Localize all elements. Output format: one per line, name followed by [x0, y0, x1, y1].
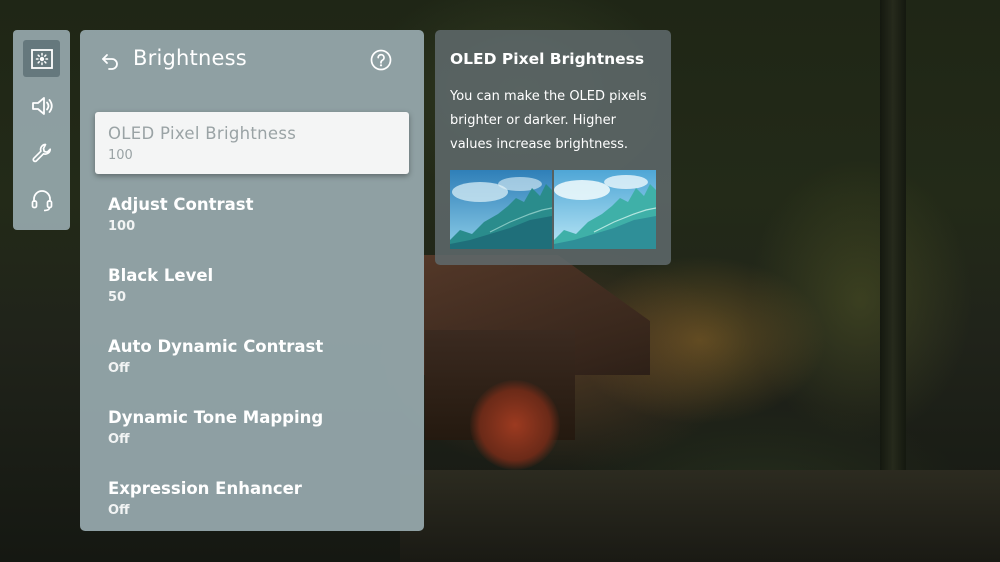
menu-item-black-level[interactable]: Black Level 50	[95, 254, 409, 316]
menu-item-value: Off	[108, 432, 130, 447]
picture-settings-icon	[30, 48, 53, 69]
menu-item-label: Expression Enhancer	[108, 479, 302, 498]
preview-image-darker	[450, 170, 552, 249]
panel-title: Brightness	[133, 46, 247, 70]
menu-item-value: Off	[108, 361, 130, 376]
settings-category-rail	[13, 30, 70, 230]
menu-item-auto-dynamic-contrast[interactable]: Auto Dynamic Contrast Off	[95, 325, 409, 387]
speaker-icon	[31, 96, 53, 115]
info-title: OLED Pixel Brightness	[450, 50, 645, 68]
back-arrow-icon[interactable]	[100, 52, 120, 70]
help-info-card: OLED Pixel Brightness You can make the O…	[435, 30, 671, 265]
rail-item-picture[interactable]	[23, 40, 60, 77]
menu-item-label: Auto Dynamic Contrast	[108, 337, 324, 356]
menu-item-label: OLED Pixel Brightness	[108, 124, 297, 143]
preview-image-brighter	[554, 170, 656, 249]
menu-item-label: Black Level	[108, 266, 214, 285]
menu-item-label: Adjust Contrast	[108, 195, 254, 214]
menu-item-label: Dynamic Tone Mapping	[108, 408, 324, 427]
brightness-settings-panel: Brightness OLED Pixel Brightness 100 Adj…	[80, 30, 424, 531]
info-description: You can make the OLED pixels brighter or…	[450, 89, 647, 152]
rail-item-general[interactable]	[23, 134, 60, 171]
panel-header: Brightness	[80, 30, 424, 92]
menu-item-adjust-contrast[interactable]: Adjust Contrast 100	[95, 183, 409, 245]
menu-item-dynamic-tone-mapping[interactable]: Dynamic Tone Mapping Off	[95, 396, 409, 458]
menu-item-expression-enhancer[interactable]: Expression Enhancer Off	[95, 467, 409, 529]
brightness-preview-images	[450, 170, 657, 249]
background-red-bush	[470, 380, 560, 470]
wrench-icon	[31, 143, 51, 162]
rail-item-sound[interactable]	[23, 87, 60, 124]
help-icon[interactable]	[370, 49, 392, 71]
menu-item-oled-pixel-brightness[interactable]: OLED Pixel Brightness 100	[95, 112, 409, 174]
background-ground	[400, 470, 1000, 562]
rail-item-support[interactable]	[23, 181, 60, 218]
headset-icon	[31, 189, 52, 211]
menu-item-value: Off	[108, 503, 130, 518]
menu-item-value: 100	[108, 219, 136, 234]
menu-item-value: 100	[108, 148, 133, 163]
menu-item-value: 50	[108, 290, 127, 305]
